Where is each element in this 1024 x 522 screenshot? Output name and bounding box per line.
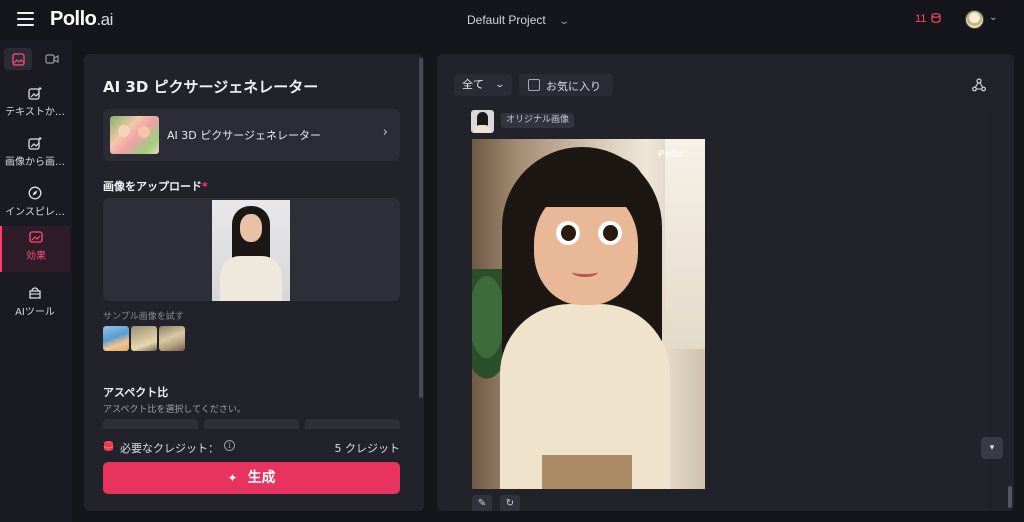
image-transform-icon [28, 137, 42, 150]
generate-button[interactable]: ✦ 生成 [103, 462, 400, 494]
rail-item-image-to-image[interactable]: 画像から画… [0, 132, 70, 178]
favorites-label: お気に入り [546, 80, 601, 93]
aspect-ratio-subtitle: アスペクト比を選択してください。 [103, 405, 246, 415]
edit-icon: ✎ [477, 498, 487, 509]
panel-scrollbar[interactable] [419, 58, 423, 398]
favorites-checkbox[interactable] [528, 79, 540, 91]
results-scrollbar[interactable] [1008, 486, 1012, 508]
generate-label: 生成 [247, 470, 276, 486]
original-image-tag: オリジナル画像 [501, 113, 575, 128]
results-panel: 全て ⌄ お気に入り オリジナル画像 Pollo. ✎ ↻ ▾ [437, 54, 1014, 511]
image-icon [11, 52, 25, 66]
favorites-filter[interactable]: お気に入り [519, 74, 613, 96]
credit-row: 必要なクレジット： i 5 クレジット [103, 439, 400, 455]
left-rail: テキストか… 画像から画… インスピレ… 効果 AIツール [0, 40, 72, 522]
effects-icon [29, 231, 43, 243]
sample-image-1[interactable] [103, 326, 129, 351]
chevron-down-icon: ▾ [989, 443, 995, 453]
result-image[interactable]: Pollo. [472, 139, 705, 489]
info-icon[interactable]: i [224, 440, 235, 451]
sample-label: サンプル画像を試す [103, 312, 184, 322]
logo-main: Pollo [50, 8, 97, 30]
credit-label: 必要なクレジット： [120, 442, 219, 455]
magic-image-icon [28, 87, 42, 100]
credit-value: 5 クレジット [334, 442, 401, 455]
project-selector[interactable]: Default Project ⌄ [467, 13, 570, 27]
project-name: Default Project [467, 13, 546, 27]
compass-icon [28, 186, 42, 200]
logo[interactable]: Pollo.ai [50, 8, 113, 31]
share-icon[interactable] [972, 78, 986, 92]
credits-count: 11 [915, 13, 927, 25]
watermark: Pollo. [658, 149, 686, 160]
sample-image-2[interactable] [131, 326, 157, 351]
top-bar: Pollo.ai Default Project ⌄ 11 ⌄ [0, 0, 1024, 40]
mode-toggle [4, 48, 68, 70]
rail-item-inspiration[interactable]: インスピレ… [0, 182, 70, 228]
chevron-down-icon: ⌄ [558, 16, 570, 27]
scroll-down-button[interactable]: ▾ [981, 437, 1003, 459]
rail-item-text-to-image[interactable]: テキストか… [0, 82, 70, 128]
filter-dropdown[interactable]: 全て ⌄ [454, 74, 512, 96]
generator-panel: AI 3D ピクサージェネレーター AI 3D ピクサージェネレーター › 画像… [84, 54, 424, 511]
uploaded-image [212, 200, 290, 301]
upload-dropzone[interactable] [103, 198, 400, 301]
page-title: AI 3D ピクサージェネレーター [103, 78, 319, 96]
edit-button[interactable]: ✎ [472, 495, 492, 511]
upload-label-text: 画像をアップロード [103, 180, 202, 193]
filter-value: 全て [462, 78, 484, 91]
rail-item-label: インスピレ… [5, 207, 65, 218]
coin-icon [931, 13, 942, 23]
video-mode-tab[interactable] [38, 48, 66, 70]
sparkle-icon: ✦ [227, 471, 238, 485]
regenerate-button[interactable]: ↻ [500, 495, 520, 511]
aspect-ratio-title: アスペクト比 [103, 386, 169, 399]
coin-icon [103, 441, 114, 451]
rail-item-label: テキストか… [5, 107, 65, 118]
toolbox-icon [29, 287, 41, 299]
logo-suffix: .ai [96, 10, 113, 29]
video-icon [45, 54, 59, 64]
required-marker: * [202, 180, 208, 193]
chevron-down-icon: ⌄ [494, 80, 506, 90]
credits-badge[interactable]: 11 [915, 13, 942, 25]
avatar[interactable] [965, 10, 984, 29]
chevron-right-icon: › [382, 125, 388, 140]
sample-image-3[interactable] [159, 326, 185, 351]
rail-item-label: 効果 [26, 251, 46, 262]
chevron-down-icon[interactable]: ⌄ [989, 12, 997, 23]
refresh-icon: ↻ [505, 498, 515, 509]
rail-item-label: 画像から画… [5, 157, 65, 168]
original-image-thumbnail[interactable] [471, 110, 494, 133]
tool-name: AI 3D ピクサージェネレーター [167, 129, 322, 142]
image-mode-tab[interactable] [4, 48, 32, 70]
upload-label: 画像をアップロード* [103, 178, 208, 194]
rail-item-label: AIツール [15, 307, 55, 318]
tool-selector[interactable]: AI 3D ピクサージェネレーター › [103, 109, 400, 161]
panel-footer: 必要なクレジット： i 5 クレジット ✦ 生成 [84, 429, 424, 511]
rail-item-effects[interactable]: 効果 [0, 226, 70, 272]
menu-icon[interactable] [17, 12, 34, 26]
rail-item-ai-tools[interactable]: AIツール [0, 282, 70, 328]
tool-thumbnail [110, 116, 159, 154]
